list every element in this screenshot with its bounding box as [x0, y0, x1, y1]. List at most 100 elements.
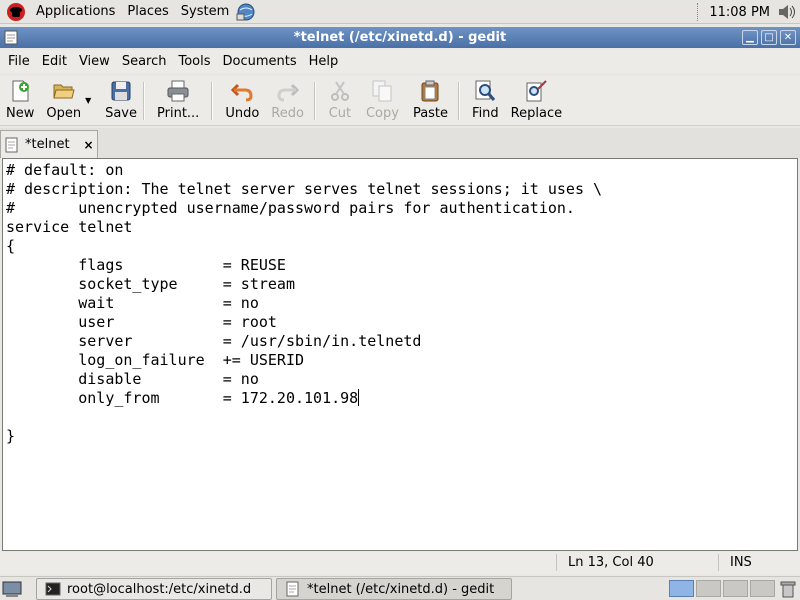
task-label: root@localhost:/etc/xinetd.d — [67, 581, 252, 597]
code-line: only_from = 172.20.101.98 — [6, 389, 360, 407]
menu-documents[interactable]: Documents — [217, 54, 303, 69]
code-line: wait = no — [6, 294, 259, 312]
undo-icon — [231, 83, 253, 102]
paste-button[interactable]: Paste — [413, 76, 448, 124]
print-button[interactable]: Print... — [157, 76, 199, 124]
open-label: Open — [46, 106, 82, 121]
text-cursor — [358, 389, 360, 406]
toolbar: New Open ▼ Save Print... Undo Redo Cut C… — [0, 76, 800, 126]
cut-button[interactable]: Cut — [328, 76, 352, 124]
code-line: user = root — [6, 313, 277, 331]
tab-label: *telnet — [25, 137, 70, 152]
gedit-task-icon — [286, 581, 299, 597]
toolbar-separator — [143, 82, 146, 120]
save-icon — [111, 81, 131, 101]
printer-icon — [167, 80, 189, 102]
close-icon[interactable]: ✕ — [780, 30, 796, 45]
save-button[interactable]: Save — [105, 76, 137, 124]
gedit-icon — [4, 30, 18, 45]
scissors-icon — [330, 81, 349, 101]
find-icon — [475, 80, 496, 101]
task-label: *telnet (/etc/xinetd.d) - gedit — [307, 581, 495, 597]
terminal-icon — [45, 582, 61, 596]
toolbar-separator — [211, 82, 214, 120]
code-line: server = /usr/sbin/in.telnetd — [6, 332, 422, 350]
menu-tools[interactable]: Tools — [172, 54, 216, 69]
new-button[interactable]: New — [6, 76, 34, 124]
top-panel: Applications Places System 11:08 PM — [0, 0, 800, 24]
insert-mode: INS — [730, 555, 752, 570]
code-line: # description: The telnet server serves … — [6, 180, 603, 198]
code-line: # unencrypted username/password pairs fo… — [6, 199, 575, 217]
code-line: log_on_failure += USERID — [6, 351, 305, 369]
menu-search[interactable]: Search — [116, 54, 173, 69]
applications-menu[interactable]: Applications — [30, 0, 121, 24]
redo-label: Redo — [271, 106, 304, 121]
tab-telnet[interactable]: *telnet × — [0, 130, 98, 158]
undo-label: Undo — [225, 106, 260, 121]
statusbar-separator — [718, 554, 719, 571]
trash-icon[interactable] — [780, 580, 796, 598]
window-title: *telnet (/etc/xinetd.d) - gedit — [293, 30, 507, 45]
text-editor[interactable]: # default: on # description: The telnet s… — [2, 158, 798, 551]
copy-label: Copy — [365, 106, 399, 121]
toolbar-separator — [458, 82, 461, 120]
volume-icon[interactable] — [776, 3, 798, 21]
bottom-panel: root@localhost:/etc/xinetd.d *telnet (/e… — [0, 576, 800, 600]
find-label: Find — [472, 106, 499, 121]
menu-help[interactable]: Help — [303, 54, 345, 69]
document-tabbar: *telnet × — [0, 128, 800, 158]
network-icon[interactable] — [235, 2, 257, 22]
code-line: flags = REUSE — [6, 256, 286, 274]
minimize-icon[interactable]: ▁ — [742, 30, 758, 45]
places-menu[interactable]: Places — [121, 0, 174, 24]
replace-button[interactable]: Replace — [511, 76, 562, 124]
new-label: New — [6, 106, 35, 121]
code-line: disable = no — [6, 370, 259, 388]
redhat-foot-icon[interactable] — [6, 2, 26, 22]
menu-file[interactable]: File — [0, 54, 36, 69]
workspace-3[interactable] — [723, 580, 748, 597]
text-document-icon — [5, 137, 18, 152]
tab-close-icon[interactable]: × — [84, 138, 94, 152]
open-recent-dropdown-icon[interactable]: ▼ — [85, 96, 95, 105]
code-line: # default: on — [6, 161, 124, 179]
copy-icon — [372, 80, 392, 102]
paste-label: Paste — [412, 106, 449, 121]
redo-button[interactable]: Redo — [271, 76, 304, 124]
copy-button[interactable]: Copy — [366, 76, 399, 124]
replace-icon — [526, 80, 548, 102]
paste-icon — [421, 80, 439, 102]
save-label: Save — [105, 106, 138, 121]
find-button[interactable]: Find — [472, 76, 499, 124]
maximize-icon[interactable]: □ — [761, 30, 777, 45]
show-desktop-icon[interactable] — [2, 580, 22, 598]
workspace-4[interactable] — [750, 580, 775, 597]
menubar: File Edit View Search Tools Documents He… — [0, 50, 800, 73]
cut-label: Cut — [328, 106, 352, 121]
open-button[interactable]: Open — [46, 76, 81, 124]
new-document-icon — [12, 80, 30, 102]
redo-icon — [277, 83, 299, 102]
editor-lines: # default: on # description: The telnet s… — [6, 161, 797, 446]
clock[interactable]: 11:08 PM — [709, 5, 770, 20]
panel-separator — [697, 3, 699, 21]
task-terminal[interactable]: root@localhost:/etc/xinetd.d — [36, 578, 272, 600]
task-gedit[interactable]: *telnet (/etc/xinetd.d) - gedit — [276, 578, 512, 600]
workspace-1[interactable] — [669, 580, 694, 597]
menu-edit[interactable]: Edit — [36, 54, 73, 69]
workspace-2[interactable] — [696, 580, 721, 597]
code-line: service telnet — [6, 218, 133, 236]
statusbar: Ln 13, Col 40 INS — [0, 552, 800, 574]
replace-label: Replace — [510, 106, 563, 121]
folder-open-icon — [53, 84, 75, 99]
code-line: } — [6, 427, 16, 445]
code-line: socket_type = stream — [6, 275, 295, 293]
window-titlebar[interactable]: *telnet (/etc/xinetd.d) - gedit ▁ □ ✕ — [0, 27, 800, 48]
undo-button[interactable]: Undo — [225, 76, 259, 124]
menu-view[interactable]: View — [73, 54, 116, 69]
system-menu[interactable]: System — [175, 0, 235, 24]
toolbar-separator — [313, 82, 316, 120]
code-line: { — [6, 237, 16, 255]
